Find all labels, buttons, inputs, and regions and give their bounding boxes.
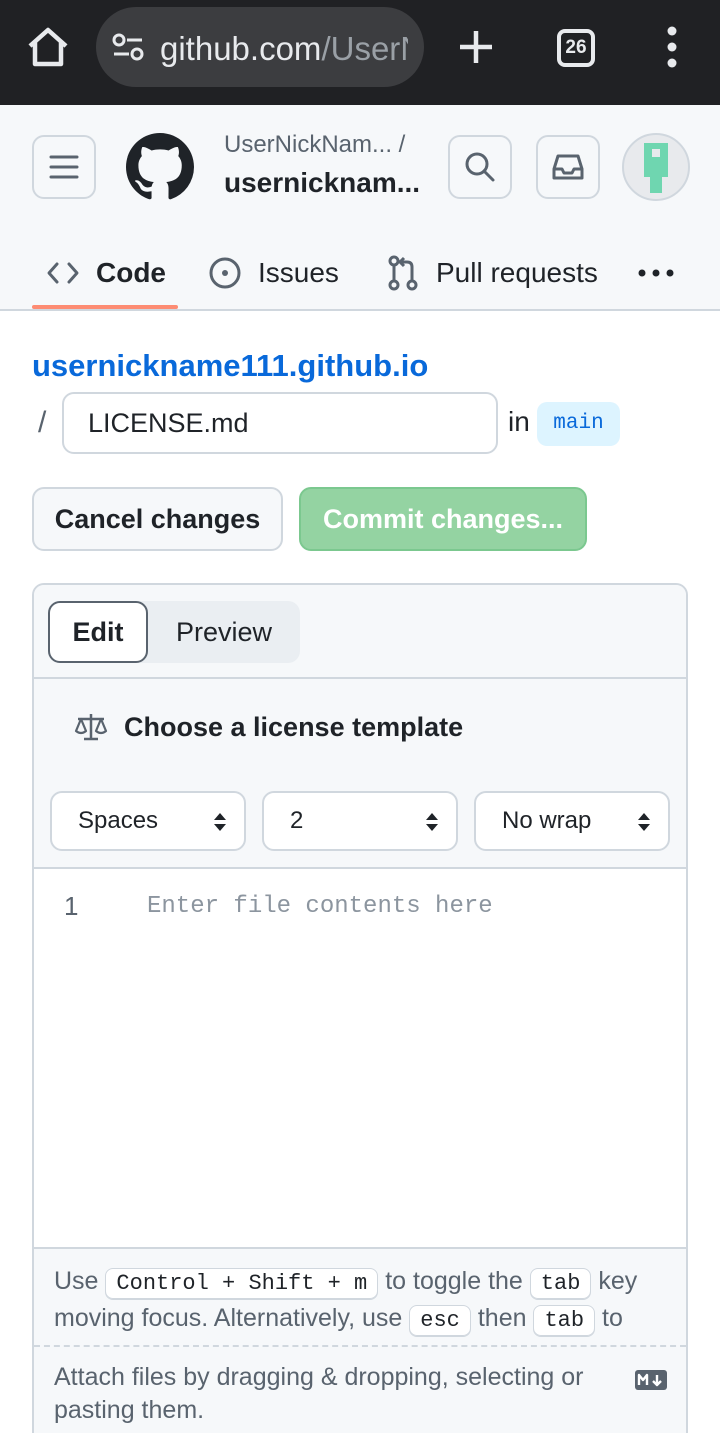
github-logo-icon[interactable] <box>126 133 194 201</box>
editor-tabs: Edit Preview <box>34 585 686 679</box>
file-attachment-dropzone[interactable]: Attach files by dragging & dropping, sel… <box>34 1345 686 1433</box>
indent-size-select[interactable]: 2 <box>262 791 458 851</box>
repo-nav: Code Issues Pull requests <box>0 235 720 311</box>
hamburger-icon <box>49 155 79 179</box>
help-then: then <box>477 1304 527 1332</box>
help-use: Use <box>54 1267 99 1295</box>
new-tab-icon[interactable] <box>454 25 498 69</box>
tab-edit[interactable]: Edit <box>48 601 148 663</box>
tab-preview[interactable]: Preview <box>148 601 300 663</box>
tab-kbd: tab <box>529 1268 592 1300</box>
site-settings-icon[interactable] <box>112 33 144 61</box>
markdown-icon[interactable] <box>634 1369 668 1391</box>
wrap-mode-value: No wrap <box>502 807 592 834</box>
commit-changes-button[interactable]: Commit changes... <box>299 487 587 551</box>
url-text: github.com/UserN <box>160 29 408 69</box>
tab-issues-label: Issues <box>258 257 339 288</box>
repo-name-link[interactable]: usernicknam... <box>224 167 420 199</box>
home-icon[interactable] <box>24 22 72 72</box>
inbox-button[interactable] <box>536 135 600 199</box>
address-bar[interactable]: github.com/UserN <box>96 7 424 87</box>
tab-pull-requests-label: Pull requests <box>436 257 598 288</box>
avatar[interactable] <box>622 133 690 201</box>
esc-kbd: esc <box>409 1305 471 1337</box>
tab-code-label: Code <box>96 257 166 288</box>
indent-mode-select[interactable]: Spaces <box>50 791 246 851</box>
tab-switcher-button[interactable]: 26 <box>557 29 595 67</box>
attach-files-text: Attach files by dragging & dropping, sel… <box>54 1363 584 1424</box>
repo-breadcrumb-link[interactable]: usernickname111.github.io <box>32 348 428 384</box>
indent-size-value: 2 <box>290 807 304 834</box>
repo-owner-link[interactable]: UserNickNam... / <box>224 131 405 159</box>
file-editor: Edit Preview Choose a license template S… <box>32 583 688 1433</box>
line-number: 1 <box>64 891 79 921</box>
code-placeholder: Enter file contents here <box>147 893 493 920</box>
license-template-label: Choose a license template <box>124 711 464 742</box>
more-tabs-icon[interactable] <box>636 235 692 311</box>
keyboard-help: Use Control + Shift + m to toggle the ta… <box>34 1247 686 1345</box>
select-caret-icon <box>638 813 650 831</box>
branch-prefix-label: in <box>508 406 530 437</box>
path-separator: / <box>38 406 47 439</box>
editor-toolbar: Choose a license template Spaces 2 No wr… <box>34 679 686 869</box>
tab-pull-requests[interactable]: Pull requests <box>386 235 598 311</box>
indent-mode-value: Spaces <box>78 807 159 834</box>
law-icon <box>74 714 108 741</box>
branch-badge: main <box>537 402 620 446</box>
code-icon <box>47 262 79 284</box>
select-caret-icon <box>426 813 438 831</box>
tab-code[interactable]: Code <box>46 235 166 311</box>
browser-menu-icon[interactable] <box>660 24 684 70</box>
keyboard-help-text: Use Control + Shift + m to toggle the ta… <box>54 1263 674 1345</box>
help-to-toggle: to toggle the <box>385 1267 523 1295</box>
cancel-changes-button[interactable]: Cancel changes <box>32 487 283 551</box>
license-template-button[interactable]: Choose a license template <box>74 707 463 747</box>
tab-kbd-2: tab <box>533 1305 596 1337</box>
select-caret-icon <box>214 813 226 831</box>
browser-toolbar: github.com/UserN 26 <box>0 0 720 105</box>
pull-request-icon <box>388 255 418 291</box>
issue-icon <box>209 257 241 289</box>
edit-preview-toggle: Edit Preview <box>48 601 300 663</box>
inbox-icon <box>552 154 584 180</box>
search-icon <box>465 152 495 182</box>
url-host: github.com <box>160 30 322 67</box>
search-button[interactable] <box>448 135 512 199</box>
url-path: /UserN <box>321 30 408 67</box>
menu-button[interactable] <box>32 135 96 199</box>
wrap-mode-select[interactable]: No wrap <box>474 791 670 851</box>
active-tab-indicator <box>32 305 178 309</box>
filename-input[interactable] <box>62 392 498 454</box>
tab-issues[interactable]: Issues <box>208 235 339 311</box>
github-header: UserNickNam... / usernicknam... Code Iss… <box>0 105 720 311</box>
code-editor[interactable]: 1 Enter file contents here <box>34 869 686 1247</box>
shortcut-kbd: Control + Shift + m <box>105 1268 379 1300</box>
